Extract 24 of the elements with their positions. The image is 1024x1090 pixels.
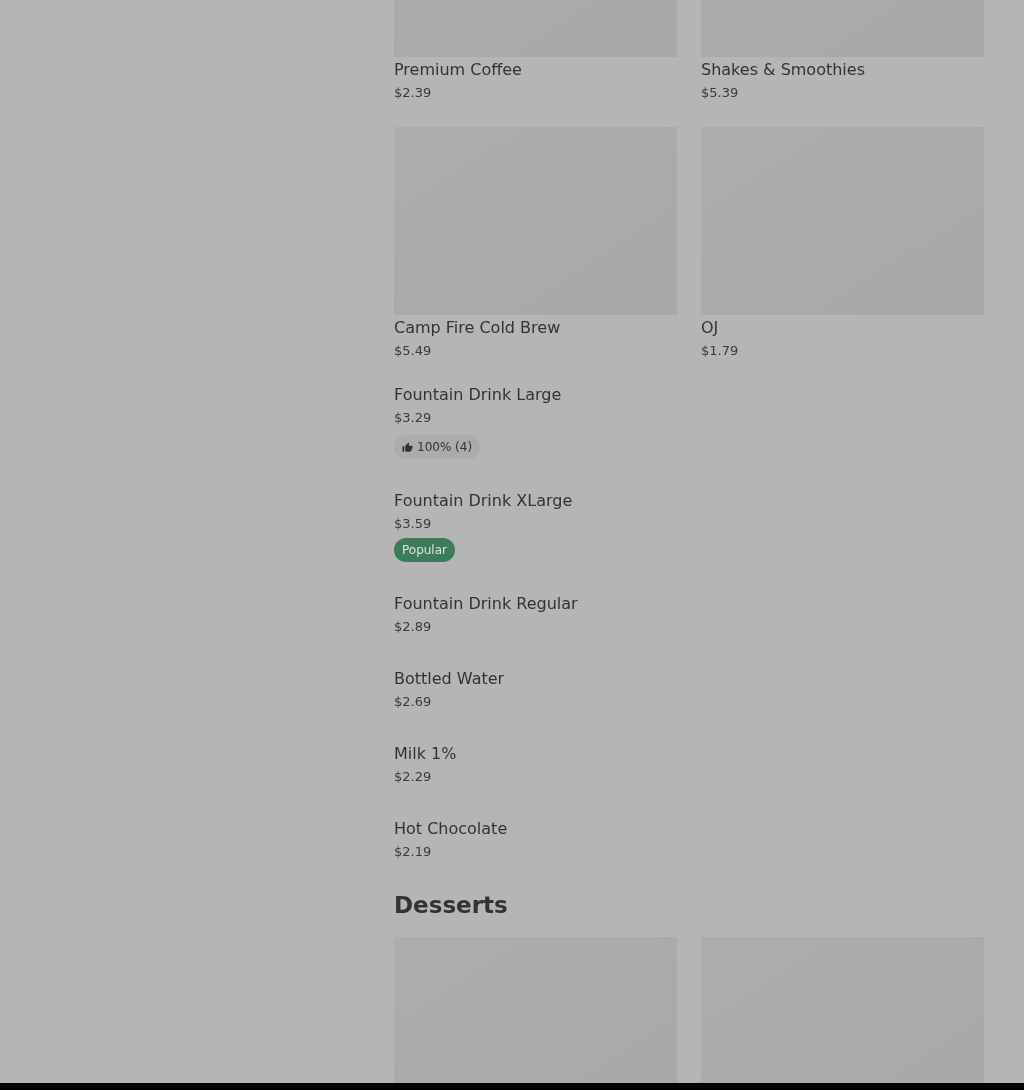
item-price: $2.29 xyxy=(394,768,432,786)
item-price: $2.89 xyxy=(394,618,432,636)
item-name[interactable]: Fountain Drink XLarge xyxy=(394,489,573,513)
item-name[interactable]: OJ xyxy=(701,316,984,340)
item-name[interactable]: Fountain Drink Regular xyxy=(394,592,578,616)
item-name[interactable]: Bottled Water xyxy=(394,667,505,691)
item-price: $5.39 xyxy=(701,84,740,102)
item-name[interactable]: Milk 1% xyxy=(394,742,457,766)
item-name[interactable]: Hot Chocolate xyxy=(394,817,508,841)
rating-text: 100% (4) xyxy=(417,440,473,454)
section-heading: Desserts xyxy=(394,891,509,920)
item-name[interactable]: Camp Fire Cold Brew xyxy=(394,316,677,340)
item-price: $3.29 xyxy=(394,409,432,427)
item-name[interactable]: Fountain Drink Large xyxy=(394,383,562,407)
item-price: $5.49 xyxy=(394,342,433,360)
item-name[interactable]: Premium Coffee xyxy=(394,58,677,82)
item-price: $2.39 xyxy=(394,84,433,102)
popular-badge: Popular xyxy=(394,538,455,562)
item-price: $2.19 xyxy=(394,843,432,861)
item-price: $2.69 xyxy=(394,693,432,711)
item-name[interactable]: Shakes & Smoothies xyxy=(701,58,984,82)
item-price: $3.59 xyxy=(394,515,432,533)
thumbs-up-icon xyxy=(402,441,413,453)
item-price: $1.79 xyxy=(701,342,740,360)
